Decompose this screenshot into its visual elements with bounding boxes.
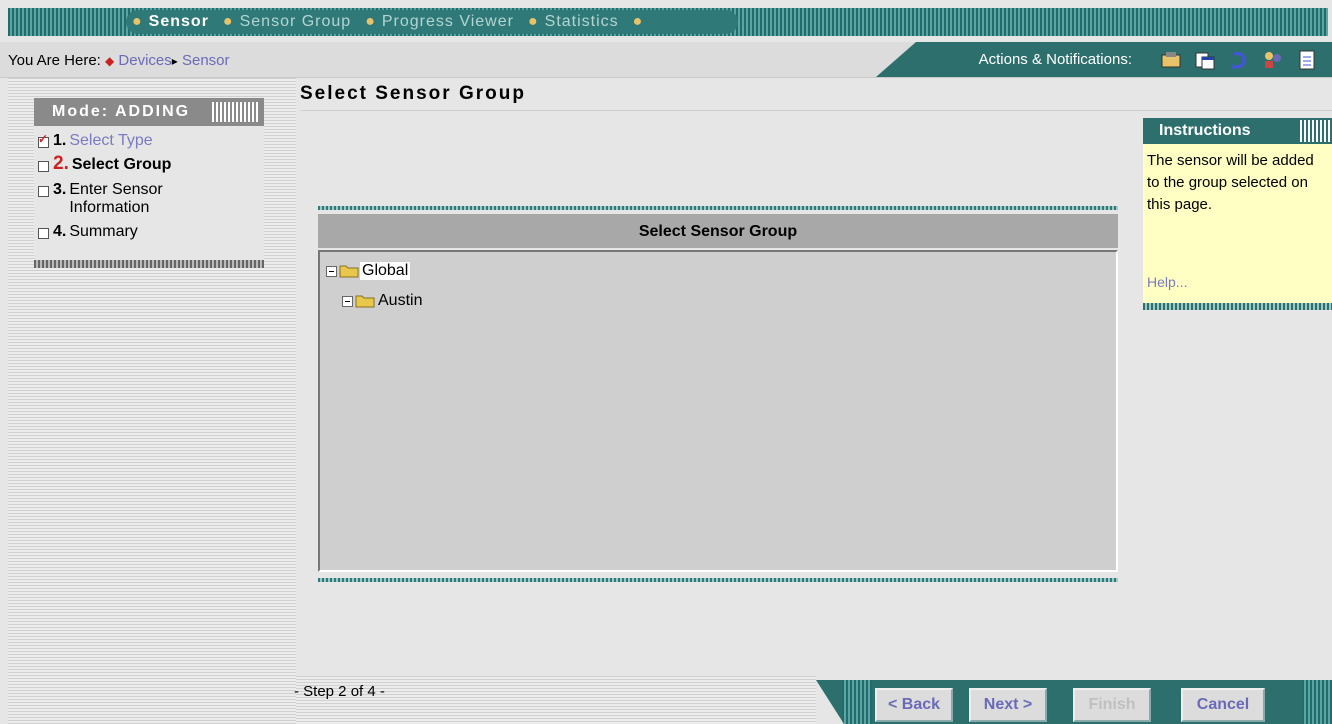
group-tree: Global Austin <box>318 250 1118 572</box>
step-select-type[interactable]: 1. Select Type <box>34 132 264 150</box>
back-button[interactable]: < Back <box>875 688 953 722</box>
step-select-group: 2. Select Group <box>34 153 264 175</box>
title-divider <box>300 110 1332 111</box>
finish-button[interactable]: Finish <box>1073 688 1151 722</box>
tools-icon[interactable] <box>1160 49 1182 71</box>
breadcrumb: You Are Here: ◆ Devices▸ Sensor <box>8 52 230 69</box>
wizard-steps: Mode: ADDING 1. Select Type 2. Select Gr… <box>34 98 264 268</box>
folder-icon <box>355 295 375 308</box>
panel-bottom-rule <box>318 578 1118 582</box>
breadcrumb-prefix: You Are Here: <box>8 52 101 69</box>
panel-top-rule <box>318 206 1118 210</box>
arrow-icon: ▸ <box>171 54 178 68</box>
tree-node-label: Global <box>360 262 411 280</box>
top-navigation-bar: ● Sensor ● Sensor Group ● Progress Viewer ●… <box>8 8 1328 36</box>
page-title: Select Sensor Group <box>300 83 526 104</box>
step-enter-sensor-info: 3. Enter Sensor Information <box>34 181 264 217</box>
folder-icon <box>339 265 359 278</box>
document-icon[interactable] <box>1296 49 1318 71</box>
step-number: 1. <box>53 132 67 149</box>
instructions-title: Instructions <box>1143 118 1332 144</box>
refresh-icon[interactable] <box>1228 49 1250 71</box>
footer-stripes-left <box>842 680 872 724</box>
tab-sensor-group[interactable]: ● Sensor Group <box>223 13 351 31</box>
steps-divider <box>34 260 264 268</box>
panel-header: Select Sensor Group <box>318 214 1118 248</box>
help-link[interactable]: Help... <box>1147 274 1187 290</box>
instructions-text: The sensor will be added to the group se… <box>1147 152 1314 213</box>
step-number: 3. <box>53 181 67 198</box>
step-counter: - Step 2 of 4 - <box>294 683 385 700</box>
breadcrumb-devices[interactable]: Devices <box>118 52 171 69</box>
footer-stripes-right <box>1302 680 1332 724</box>
instructions-panel: Instructions The sensor will be added to… <box>1143 118 1332 310</box>
step-label: Select Group <box>71 156 172 173</box>
tab-sensor[interactable]: ● Sensor <box>132 13 209 31</box>
checkbox-icon <box>38 186 49 197</box>
step-label-line1: Enter Sensor <box>69 181 163 198</box>
tree-node-label: Austin <box>378 292 423 309</box>
collapse-icon[interactable] <box>342 295 353 307</box>
sensor-group-panel: Select Sensor Group Global Austin <box>318 206 1118 590</box>
breadcrumb-sensor[interactable]: Sensor <box>182 52 230 69</box>
nav-end-dot: ● <box>632 13 644 30</box>
step-number: 4. <box>53 223 67 240</box>
instructions-bottom-rule <box>1143 303 1332 310</box>
bullet-icon: ◆ <box>105 54 115 68</box>
tree-node-global[interactable]: Global <box>326 262 411 280</box>
tab-statistics[interactable]: ● Statistics <box>528 13 619 31</box>
breadcrumb-bar: You Are Here: ◆ Devices▸ Sensor Actions … <box>0 42 1332 78</box>
windows-icon[interactable] <box>1194 49 1216 71</box>
actions-label: Actions & Notifications: <box>978 51 1132 68</box>
nav-tabs: ● Sensor ● Sensor Group ● Progress Viewer ●… <box>126 10 738 34</box>
tab-progress-viewer[interactable]: ● Progress Viewer <box>365 13 514 31</box>
step-label-line2: Information <box>69 199 150 216</box>
panel-bottom-rule-line <box>318 578 1118 582</box>
actions-notifications: Actions & Notifications: <box>876 42 1332 77</box>
step-label: Select Type <box>69 132 153 149</box>
wizard-mode: Mode: ADDING <box>34 98 264 126</box>
collapse-icon[interactable] <box>326 265 337 277</box>
people-icon[interactable] <box>1262 49 1284 71</box>
step-number: 2. <box>53 153 69 174</box>
next-button[interactable]: Next > <box>969 688 1047 722</box>
cancel-button[interactable]: Cancel <box>1181 688 1265 722</box>
left-column: Mode: ADDING 1. Select Type 2. Select Gr… <box>8 78 296 724</box>
checkbox-icon <box>38 228 49 239</box>
checkbox-icon <box>38 132 49 148</box>
step-summary: 4. Summary <box>34 223 264 241</box>
step-label: Summary <box>69 223 138 240</box>
tree-node-austin[interactable]: Austin <box>342 292 424 310</box>
checkbox-icon <box>38 161 49 172</box>
step-label: Enter Sensor Information <box>69 181 162 217</box>
